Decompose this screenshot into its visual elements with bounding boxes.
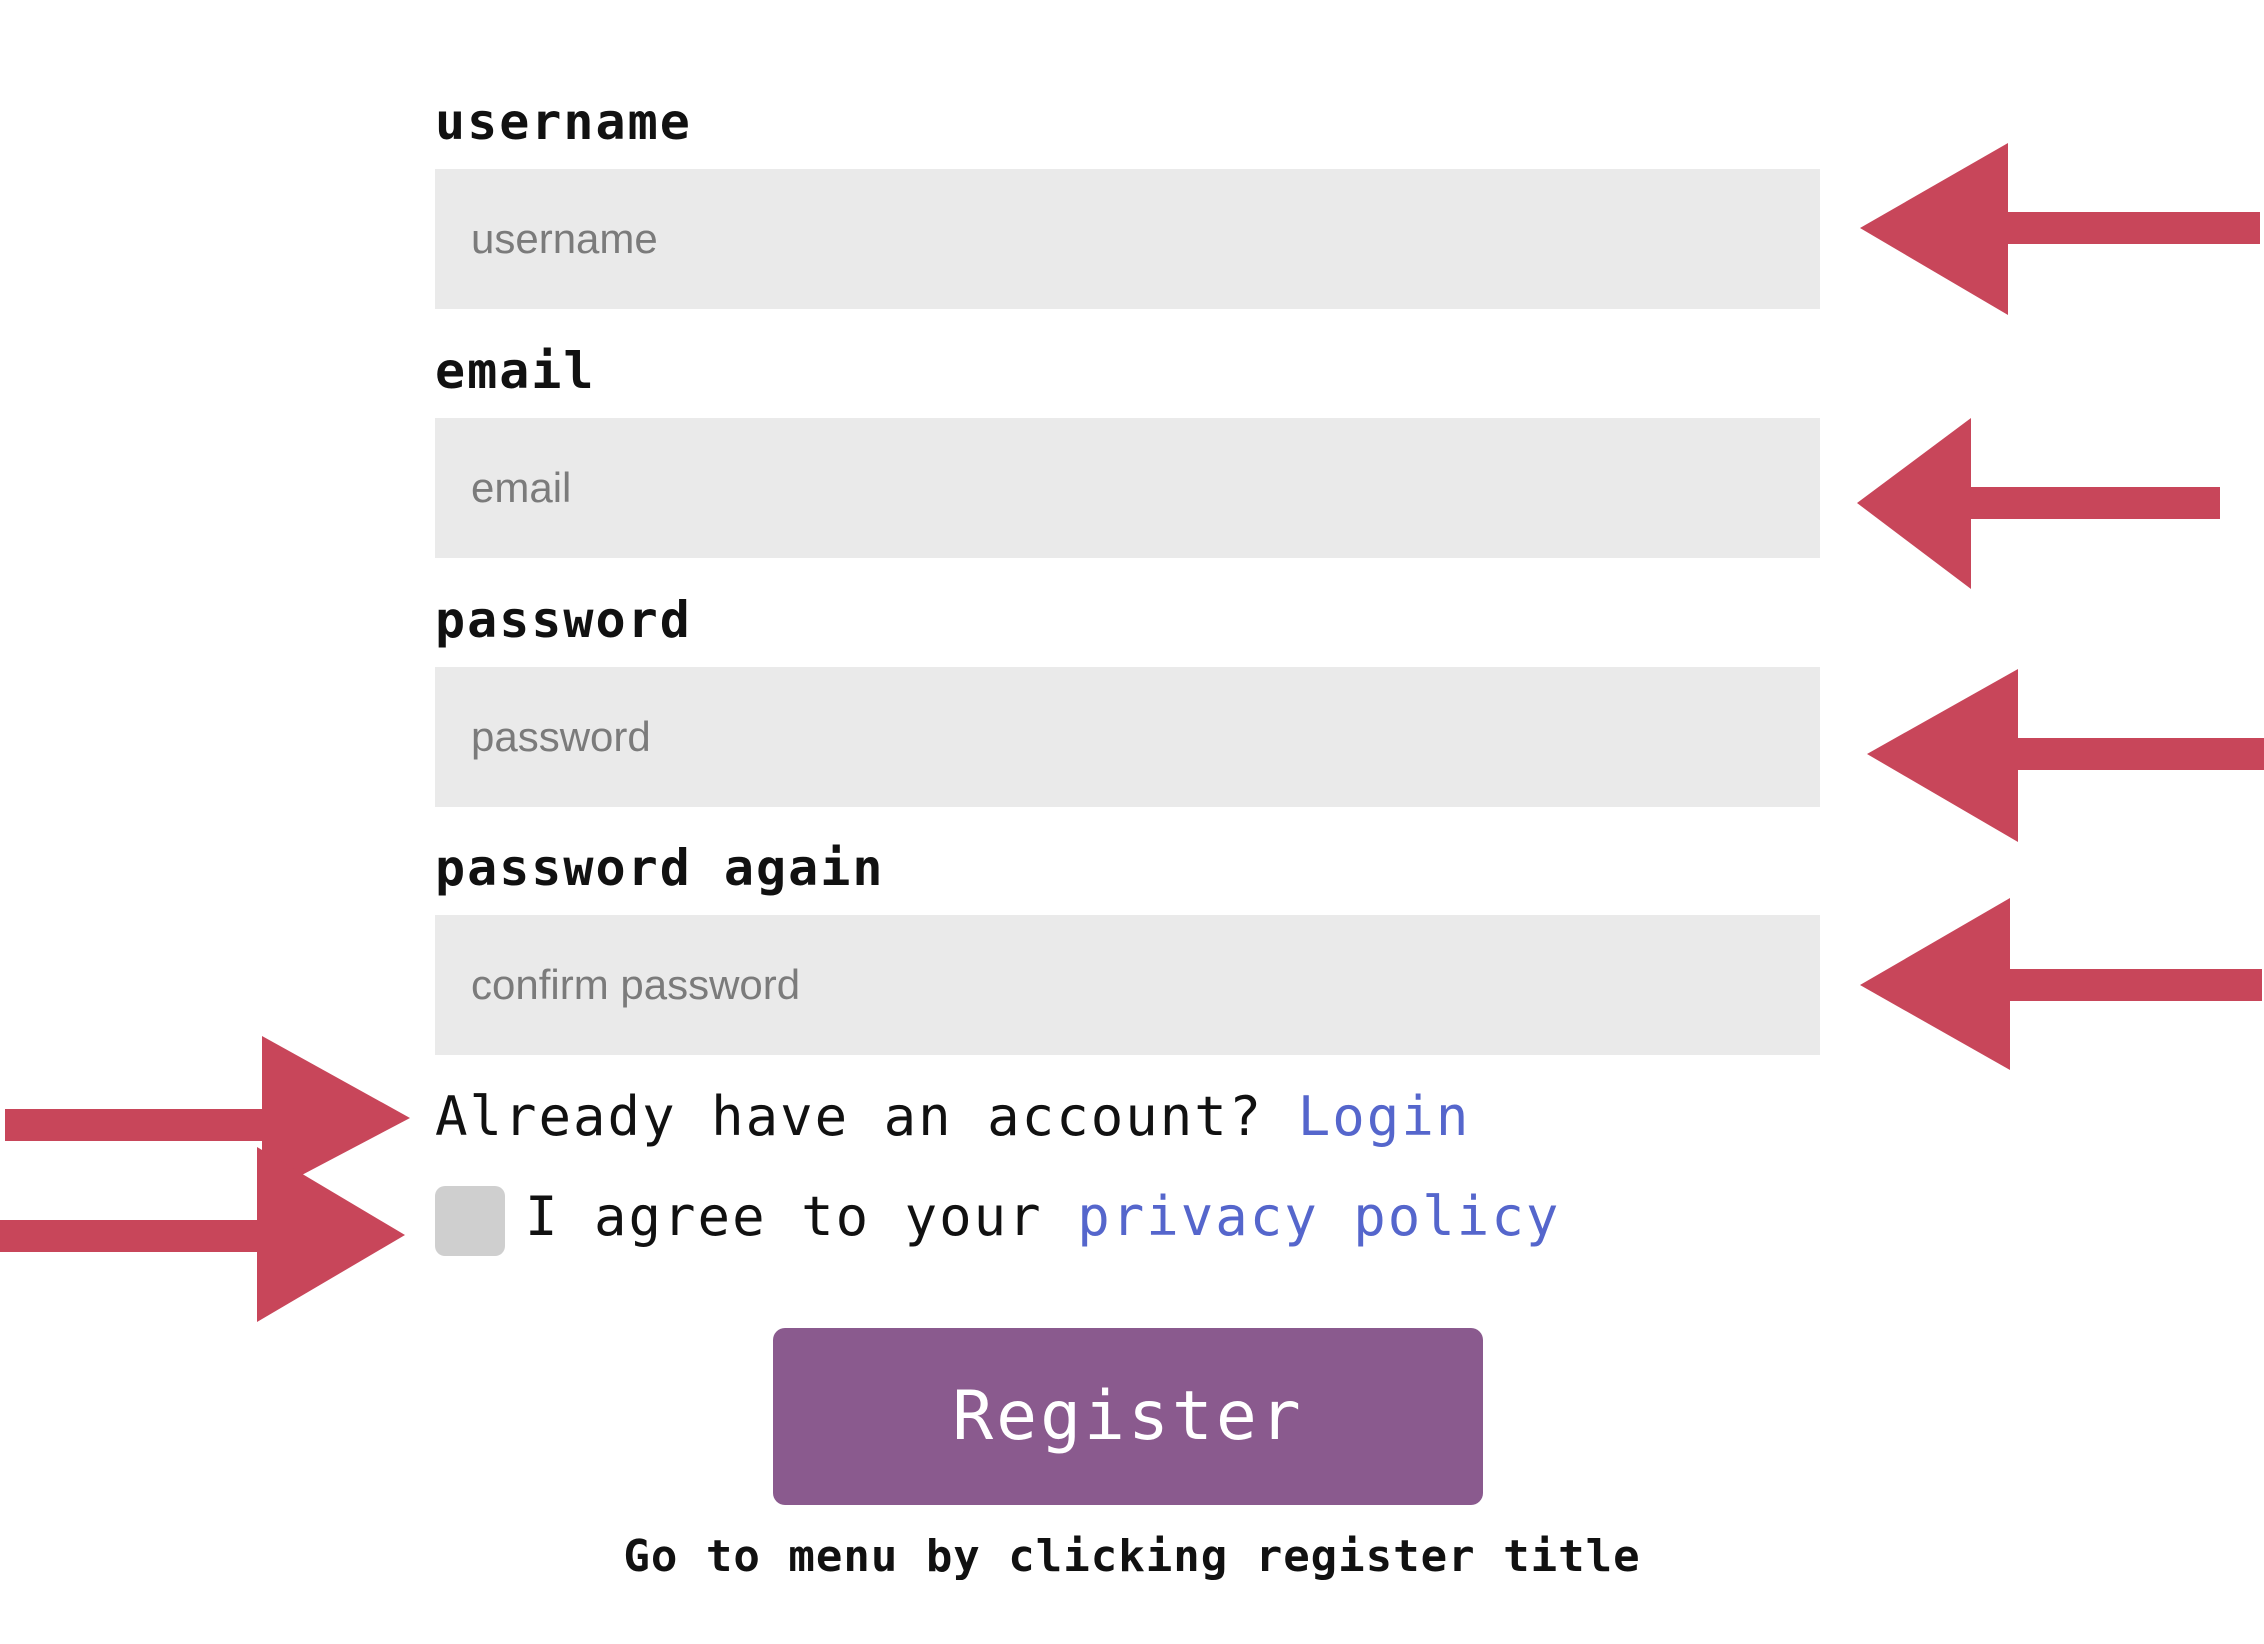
annotation-arrows [0, 143, 2264, 1322]
arrow-username-icon [1860, 143, 2260, 315]
arrow-confirm-password-icon [1860, 898, 2262, 1070]
arrow-password-icon [1867, 669, 2264, 842]
arrow-privacy-checkbox-icon [0, 1147, 405, 1322]
arrow-login-prompt-icon [5, 1036, 410, 1196]
arrow-email-icon [1857, 418, 2220, 589]
